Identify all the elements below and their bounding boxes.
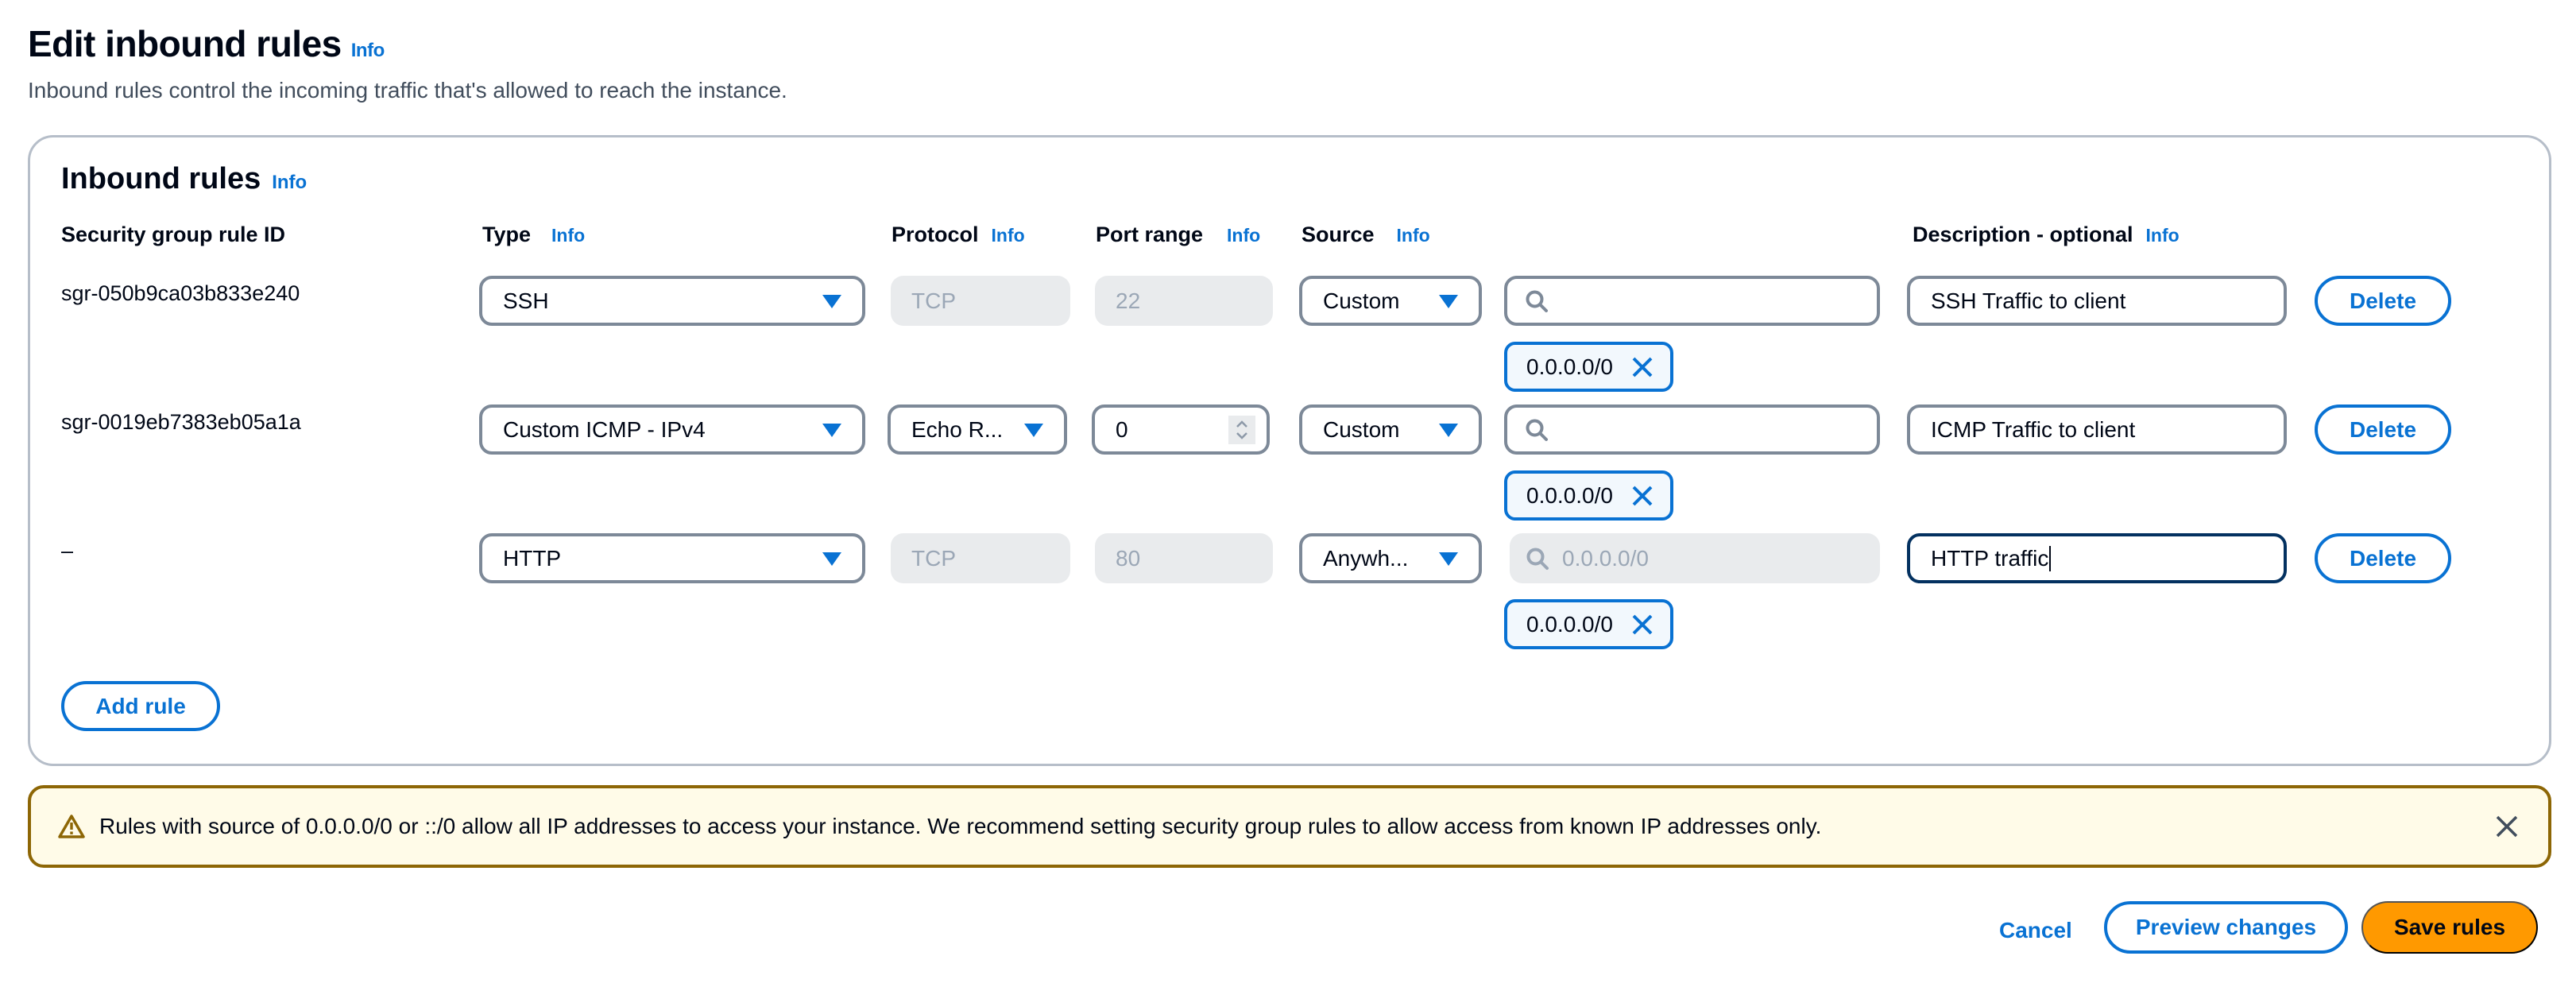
protocol-field: TCP bbox=[891, 276, 1070, 326]
search-icon bbox=[1526, 419, 1548, 441]
source-search-input: 0.0.0.0/0 bbox=[1510, 533, 1880, 583]
description-input[interactable]: HTTP traffic bbox=[1907, 533, 2287, 583]
warning-alert: Rules with source of 0.0.0.0/0 or ::/0 a… bbox=[28, 785, 2551, 868]
remove-token-icon[interactable] bbox=[1630, 484, 1654, 508]
port-range-value: 22 bbox=[1116, 288, 1141, 313]
rule-id: – bbox=[61, 539, 74, 563]
caret-down-icon bbox=[822, 552, 841, 566]
source-token: 0.0.0.0/0 bbox=[1504, 599, 1673, 649]
warning-icon bbox=[58, 815, 85, 838]
description-value: HTTP traffic bbox=[1931, 545, 2049, 571]
source-type-select[interactable]: Custom bbox=[1299, 276, 1482, 326]
type-select-value: HTTP bbox=[503, 545, 562, 571]
panel-title: Inbound rules Info bbox=[61, 162, 307, 196]
add-rule-button[interactable]: Add rule bbox=[61, 681, 220, 731]
type-select[interactable]: HTTP bbox=[479, 533, 865, 583]
description-input[interactable]: ICMP Traffic to client bbox=[1907, 404, 2287, 455]
panel-info-link[interactable]: Info bbox=[272, 172, 307, 193]
type-select-value: SSH bbox=[503, 288, 549, 313]
column-header-label: Description - optional bbox=[1913, 223, 2133, 246]
source-type-select[interactable]: Custom bbox=[1299, 404, 1482, 455]
page-title: Edit inbound rules Info bbox=[28, 22, 385, 65]
protocol-value: TCP bbox=[911, 545, 956, 571]
type-select[interactable]: SSH bbox=[479, 276, 865, 326]
search-icon bbox=[1526, 290, 1548, 312]
preview-changes-button[interactable]: Preview changes bbox=[2104, 901, 2348, 954]
page-title-text: Edit inbound rules bbox=[28, 23, 342, 64]
port-range-field: 80 bbox=[1095, 533, 1273, 583]
port-range-info-link[interactable]: Info bbox=[1227, 225, 1260, 246]
caret-down-icon bbox=[1439, 552, 1458, 566]
protocol-info-link[interactable]: Info bbox=[992, 225, 1025, 246]
description-input[interactable]: SSH Traffic to client bbox=[1907, 276, 2287, 326]
column-header-source: Source Info bbox=[1302, 223, 1430, 247]
description-value: ICMP Traffic to client bbox=[1931, 416, 2136, 442]
column-header-label: Port range bbox=[1096, 223, 1204, 246]
source-type-value: Anywh... bbox=[1323, 545, 1409, 571]
port-range-input[interactable]: 0 bbox=[1092, 404, 1270, 455]
protocol-select-value: Echo R... bbox=[911, 416, 1004, 442]
column-header-type: Type Info bbox=[482, 223, 585, 247]
caret-down-icon bbox=[822, 294, 841, 308]
number-stepper[interactable] bbox=[1228, 415, 1255, 444]
column-header-label: Security group rule ID bbox=[61, 223, 286, 246]
caret-down-icon bbox=[1439, 294, 1458, 308]
delete-rule-button[interactable]: Delete bbox=[2315, 533, 2451, 583]
source-info-link[interactable]: Info bbox=[1397, 225, 1430, 246]
source-search-input[interactable] bbox=[1504, 276, 1880, 326]
source-type-value: Custom bbox=[1323, 416, 1400, 442]
column-header-description: Description - optional Info bbox=[1913, 223, 2180, 247]
text-cursor bbox=[2049, 545, 2052, 571]
type-select[interactable]: Custom ICMP - IPv4 bbox=[479, 404, 865, 455]
caret-down-icon bbox=[1439, 423, 1458, 437]
source-token: 0.0.0.0/0 bbox=[1504, 342, 1673, 392]
delete-rule-button[interactable]: Delete bbox=[2315, 404, 2451, 455]
type-select-value: Custom ICMP - IPv4 bbox=[503, 416, 706, 442]
port-range-value: 0 bbox=[1116, 416, 1128, 442]
description-value: SSH Traffic to client bbox=[1931, 288, 2126, 313]
description-info-link[interactable]: Info bbox=[2146, 225, 2180, 246]
port-range-value: 80 bbox=[1116, 545, 1141, 571]
column-header-label: Source bbox=[1302, 223, 1375, 246]
column-header-label: Protocol bbox=[892, 223, 979, 246]
source-token: 0.0.0.0/0 bbox=[1504, 470, 1673, 521]
delete-rule-button[interactable]: Delete bbox=[2315, 276, 2451, 326]
column-header-protocol: Protocol Info bbox=[892, 223, 1025, 247]
protocol-field: TCP bbox=[891, 533, 1070, 583]
protocol-select[interactable]: Echo R... bbox=[888, 404, 1067, 455]
cancel-button[interactable]: Cancel bbox=[1999, 918, 2072, 943]
port-range-field: 22 bbox=[1095, 276, 1273, 326]
column-header-rule-id: Security group rule ID bbox=[61, 223, 285, 247]
remove-token-icon[interactable] bbox=[1630, 613, 1654, 637]
alert-message: Rules with source of 0.0.0.0/0 or ::/0 a… bbox=[99, 814, 1822, 838]
page-description: Inbound rules control the incoming traff… bbox=[28, 78, 787, 103]
stepper-arrows-icon bbox=[1236, 420, 1247, 439]
rule-id: sgr-0019eb7383eb05a1a bbox=[61, 410, 301, 434]
save-rules-button[interactable]: Save rules bbox=[2361, 901, 2538, 954]
rule-id: sgr-050b9ca03b833e240 bbox=[61, 281, 300, 305]
source-search-placeholder: 0.0.0.0/0 bbox=[1562, 545, 1649, 571]
type-info-link[interactable]: Info bbox=[551, 225, 585, 246]
source-type-value: Custom bbox=[1323, 288, 1400, 313]
source-type-select[interactable]: Anywh... bbox=[1299, 533, 1482, 583]
search-icon bbox=[1526, 548, 1549, 570]
protocol-value: TCP bbox=[911, 288, 956, 313]
close-icon[interactable] bbox=[2494, 814, 2520, 839]
caret-down-icon bbox=[1024, 423, 1043, 437]
panel-title-text: Inbound rules bbox=[61, 162, 261, 195]
column-header-port-range: Port range Info bbox=[1096, 223, 1260, 247]
column-header-label: Type bbox=[482, 223, 532, 246]
source-search-input[interactable] bbox=[1504, 404, 1880, 455]
page-info-link[interactable]: Info bbox=[351, 40, 385, 61]
caret-down-icon bbox=[822, 423, 841, 437]
source-token-label: 0.0.0.0/0 bbox=[1526, 354, 1613, 379]
remove-token-icon[interactable] bbox=[1630, 355, 1654, 379]
source-token-label: 0.0.0.0/0 bbox=[1526, 611, 1613, 637]
source-token-label: 0.0.0.0/0 bbox=[1526, 482, 1613, 508]
